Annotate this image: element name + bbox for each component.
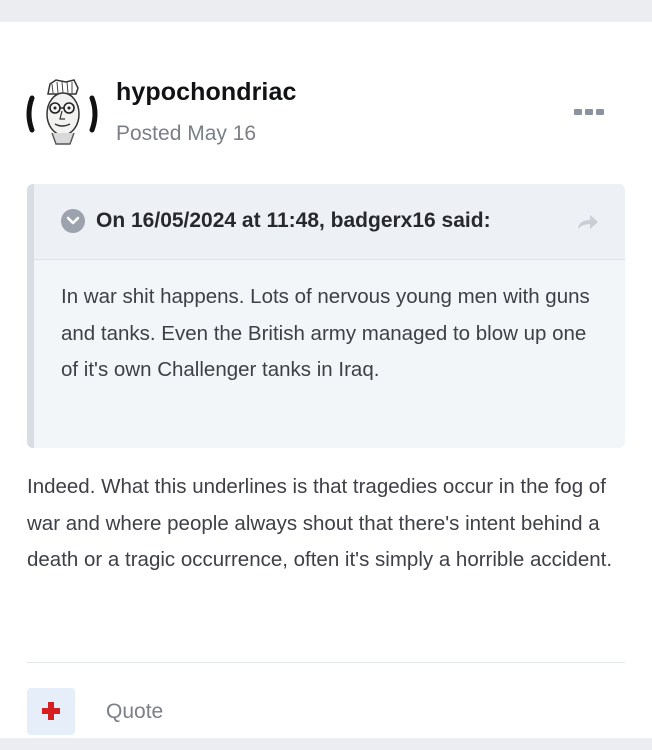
ellipsis-icon[interactable] [574,104,608,120]
chevron-down-icon[interactable] [61,209,85,233]
react-button[interactable] [27,688,75,735]
post-body: Indeed. What this underlines is that tra… [27,475,613,571]
author-name[interactable]: hypochondriac [116,78,297,107]
quote-button[interactable]: Quote [106,700,163,724]
quote-text: In war shit happens. Lots of nervous you… [61,285,590,381]
forum-post: hypochondriac Posted May 16 On 16/05/202… [0,22,652,738]
quote-attribution[interactable]: On 16/05/2024 at 11:48, badgerx16 said: [96,209,491,233]
share-arrow-icon[interactable] [576,212,600,232]
post-date[interactable]: Posted May 16 [116,122,256,146]
quote-header[interactable]: On 16/05/2024 at 11:48, badgerx16 said: [34,184,625,260]
divider [27,662,625,663]
author-avatar[interactable] [26,78,98,150]
quote-block: On 16/05/2024 at 11:48, badgerx16 said: … [27,184,625,448]
